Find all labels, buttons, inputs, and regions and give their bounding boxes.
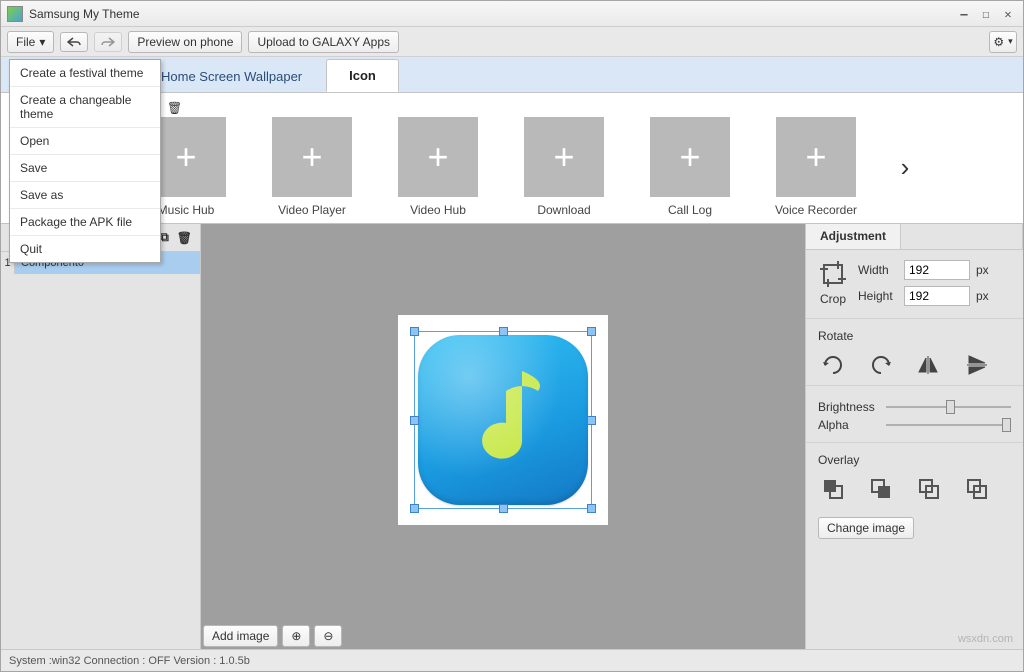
minimize-button[interactable]: — [955,6,973,22]
icon-item-video-hub[interactable]: + Video Hub [391,117,485,217]
zoom-out-button[interactable]: ⊖ [314,625,342,647]
menu-package-apk[interactable]: Package the APK file [10,209,160,236]
statusbar: System :win32 Connection : OFF Version :… [1,649,1023,671]
change-image-button[interactable]: Change image [818,517,914,539]
icon-thumb: + [650,117,730,197]
icon-item-call-log[interactable]: + Call Log [643,117,737,217]
empty-tab[interactable] [901,224,1023,249]
zoom-in-button[interactable]: ⊕ [282,625,310,647]
preview-on-phone-button[interactable]: Preview on phone [128,31,242,53]
icon-item-download[interactable]: + Download [517,117,611,217]
redo-icon [101,36,115,48]
close-button[interactable]: ✕ [999,6,1017,22]
flip-vertical-button[interactable] [962,351,992,379]
alpha-slider[interactable]: Alpha [818,418,1011,432]
adjustment-tab[interactable]: Adjustment [806,224,901,249]
settings-button[interactable]: ⚙ ▾ [989,31,1017,53]
add-image-button[interactable]: Add image [203,625,278,647]
rotate-left-icon [821,354,845,376]
icon-thumb: + [776,117,856,197]
caret-down-icon: ▾ [39,35,45,49]
icon-thumb: + [398,117,478,197]
send-backward-button[interactable] [914,475,944,503]
maximize-button[interactable]: ☐ [977,6,995,22]
redo-button[interactable] [94,32,122,52]
window-title: Samsung My Theme [29,7,951,21]
menu-create-changeable[interactable]: Create a changeable theme [10,87,160,128]
icon-item-voice-recorder[interactable]: + Voice Recorder [769,117,863,217]
toolbar: File ▾ Preview on phone Upload to GALAXY… [1,27,1023,57]
layer-back-icon [966,478,988,500]
bring-front-button[interactable] [818,475,848,503]
icon-item-video-player[interactable]: + Video Player [265,117,359,217]
layer-front-icon [822,478,844,500]
canvas [398,315,608,525]
selection-box[interactable] [414,331,592,509]
height-input[interactable] [904,286,970,306]
canvas-area[interactable]: Add image ⊕ ⊖ [201,224,805,649]
crop-button[interactable] [818,260,848,288]
file-menu-button[interactable]: File ▾ [7,31,54,53]
chevron-right-icon: › [901,152,910,183]
rotate-right-icon [869,354,893,376]
file-menu-label: File [16,35,35,49]
menu-save[interactable]: Save [10,155,160,182]
upload-button[interactable]: Upload to GALAXY Apps [248,31,399,53]
delete-icon[interactable]: 🗑 [167,101,182,115]
crop-label: Crop [820,292,846,306]
send-back-button[interactable] [962,475,992,503]
workarea: Components ⧉ 🗑 1 Component0 [1,224,1023,649]
undo-button[interactable] [60,32,88,52]
rotate-label: Rotate [818,329,1011,343]
layer-forward-icon [870,478,892,500]
icon-thumb: + [524,117,604,197]
app-window: Samsung My Theme — ☐ ✕ File ▾ Preview on… [0,0,1024,672]
rotate-left-button[interactable] [818,351,848,379]
width-label: Width [858,263,898,277]
icon-thumb: + [272,117,352,197]
rotate-right-button[interactable] [866,351,896,379]
undo-icon [67,36,81,48]
brightness-slider[interactable]: Brightness [818,400,1011,414]
flip-v-icon [965,354,989,376]
delete-icon[interactable]: 🗑 [177,231,192,245]
titlebar: Samsung My Theme — ☐ ✕ [1,1,1023,27]
menu-create-festival[interactable]: Create a festival theme [10,60,160,87]
app-icon [7,6,23,22]
adjustment-pane: Adjustment Crop Width px [805,224,1023,649]
zoom-out-icon: ⊖ [323,629,333,643]
overlay-label: Overlay [818,453,1011,467]
menu-open[interactable]: Open [10,128,160,155]
file-dropdown-menu: Create a festival theme Create a changea… [9,59,161,263]
crop-icon [820,261,846,287]
caret-down-icon: ▾ [1008,36,1013,47]
copy-icon[interactable]: ⧉ [160,230,169,245]
flip-h-icon [917,354,941,376]
scroll-right-button[interactable]: › [895,137,915,197]
bring-forward-button[interactable] [866,475,896,503]
menu-quit[interactable]: Quit [10,236,160,262]
watermark: wsxdn.com [958,633,1013,645]
flip-horizontal-button[interactable] [914,351,944,379]
height-label: Height [858,289,898,303]
status-text: System :win32 Connection : OFF Version :… [9,655,250,667]
width-input[interactable] [904,260,970,280]
tab-icon[interactable]: Icon [326,59,399,92]
layer-backward-icon [918,478,940,500]
components-pane: Components ⧉ 🗑 1 Component0 [1,224,201,649]
zoom-in-icon: ⊕ [291,629,301,643]
menu-save-as[interactable]: Save as [10,182,160,209]
gear-icon: ⚙ [993,35,1004,49]
